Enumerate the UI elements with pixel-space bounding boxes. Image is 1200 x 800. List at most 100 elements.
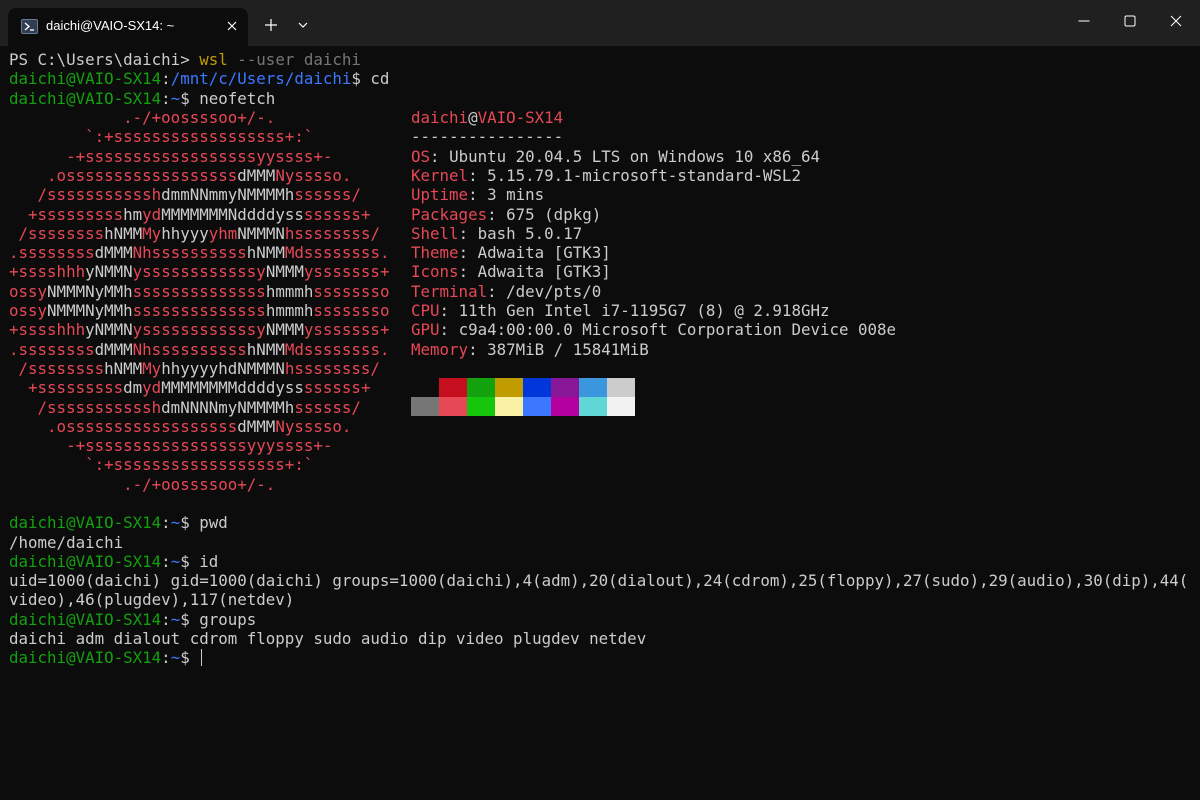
terminal-window: daichi@VAIO-SX14: ~ PS C:\Users\daichi> …	[0, 0, 1200, 800]
prompt-path: ~	[170, 551, 181, 571]
info-row: CPU: 11th Gen Intel i7-1195G7 (8) @ 2.91…	[411, 301, 830, 320]
prompt-sep: :	[161, 551, 171, 571]
info-user-host: daichi@VAIO-SX14	[411, 108, 563, 127]
info-key: Icons	[411, 262, 459, 282]
info-row: Kernel: 5.15.79.1-microsoft-standard-WSL…	[411, 165, 801, 185]
powershell-icon	[21, 19, 38, 34]
command-text: groups	[199, 609, 257, 629]
prompt-user-host: daichi@VAIO-SX14	[9, 88, 162, 108]
tab-active[interactable]: daichi@VAIO-SX14: ~	[8, 8, 248, 46]
maximize-icon[interactable]	[1107, 0, 1153, 42]
info-row: Memory: 387MiB / 15841MiB	[411, 339, 649, 359]
prompt-line-cd: daichi@VAIO-SX14:/mnt/c/Users/daichi$ cd	[9, 69, 389, 88]
logo-line: -+ssssssssssssssssssyyssss+-	[9, 146, 333, 166]
prompt-path: ~	[170, 609, 181, 629]
prompt-user-host: daichi@VAIO-SX14	[9, 513, 162, 533]
info-value: Adwaita [GTK3]	[477, 262, 611, 282]
info-value: Adwaita [GTK3]	[477, 243, 611, 263]
info-key: Memory	[411, 339, 469, 359]
prompt-sep: :	[161, 609, 171, 629]
prompt-path: ~	[170, 648, 181, 668]
prompt-path: ~	[170, 513, 181, 533]
groups-output: daichi adm dialout cdrom floppy sudo aud…	[9, 629, 647, 648]
info-row: GPU: c9a4:00:00.0 Microsoft Corporation …	[411, 320, 897, 340]
new-tab-plus-icon[interactable]	[258, 12, 284, 38]
title-bar: daichi@VAIO-SX14: ~	[0, 0, 1200, 46]
minimize-icon[interactable]	[1061, 0, 1107, 42]
terminal-output[interactable]: PS C:\Users\daichi> wsl --user daichi da…	[9, 50, 1194, 795]
color-swatch	[495, 397, 523, 416]
logo-line: +sssshhhyNMMNyssssssssssssyNMMMysssssss+	[9, 320, 390, 340]
info-key: Packages	[411, 204, 488, 224]
prompt-line-neofetch: daichi@VAIO-SX14:~$ neofetch	[9, 89, 275, 108]
prompt-dollar: $	[180, 88, 200, 108]
logo-line: .ossssssssssssssssssdMMMNysssso.	[9, 416, 352, 436]
info-key: Terminal	[411, 281, 488, 301]
pwd-output: /home/daichi	[9, 532, 124, 552]
prompt-sep: :	[161, 88, 171, 108]
info-key: Shell	[411, 223, 459, 243]
prompt-user-host: daichi@VAIO-SX14	[9, 551, 162, 571]
ps-args: --user daichi	[227, 50, 361, 69]
prompt-dollar: $	[180, 551, 200, 571]
logo-line: +sssssssssdmydMMMMMMMMddddyssssssss+	[9, 378, 371, 398]
logo-line: .ossssssssssssssssssdMMMNysssso.	[9, 165, 352, 185]
info-key: Uptime	[411, 185, 469, 205]
info-row: Theme: Adwaita [GTK3]	[411, 243, 611, 263]
color-swatch	[579, 378, 607, 397]
color-swatch	[607, 378, 635, 397]
color-swatch	[439, 378, 467, 397]
info-value: 3 mins	[487, 185, 545, 205]
prompt-sep: :	[161, 648, 171, 668]
info-value: bash 5.0.17	[477, 223, 583, 243]
id-output-line-2: video),46(plugdev),117(netdev)	[9, 590, 295, 610]
info-divider: ----------------	[411, 127, 564, 147]
info-value: 387MiB / 15841MiB	[487, 339, 649, 359]
logo-line: +sssshhhyNMMNyssssssssssssyNMMMysssssss+	[9, 262, 390, 282]
prompt-path: /mnt/c/Users/daichi	[170, 69, 352, 89]
prompt-user-host: daichi@VAIO-SX14	[9, 609, 162, 629]
info-key: Theme	[411, 243, 459, 263]
logo-line: ossyNMMMNyMMhsssssssssssssshmmmhssssssso	[9, 301, 390, 320]
prompt-line-current[interactable]: daichi@VAIO-SX14:~$	[9, 648, 203, 668]
color-swatch	[551, 397, 579, 416]
info-key: GPU	[411, 320, 440, 340]
color-swatch	[551, 378, 579, 397]
close-icon[interactable]	[1153, 0, 1199, 42]
info-value: /dev/pts/0	[506, 281, 602, 301]
color-swatch	[579, 397, 607, 416]
prompt-dollar: $	[351, 69, 371, 89]
info-row: Shell: bash 5.0.17	[411, 223, 583, 243]
tab-close-icon[interactable]	[222, 16, 242, 36]
info-key: Kernel	[411, 165, 469, 185]
info-value: 675 (dpkg)	[506, 204, 602, 224]
info-host: VAIO-SX14	[477, 108, 564, 127]
prompt-line-pwd: daichi@VAIO-SX14:~$ pwd	[9, 513, 228, 532]
info-row: Uptime: 3 mins	[411, 185, 545, 205]
ps-command: wsl	[199, 50, 228, 69]
info-row: OS: Ubuntu 20.04.5 LTS on Windows 10 x86…	[411, 146, 820, 166]
color-swatch	[495, 378, 523, 397]
logo-line: /ssssssssssshdmmNNmmyNMMMMhssssss/	[9, 185, 361, 205]
info-key: OS	[411, 146, 431, 166]
info-value: Ubuntu 20.04.5 LTS on Windows 10 x86_64	[449, 146, 820, 166]
logo-line: /sssssssshNMMMyhhyyyyhdNMMMNhssssssss/	[9, 358, 380, 378]
logo-line: .ssssssssdMMMNhsssssssssshNMMMdssssssss.	[9, 243, 390, 263]
logo-line: .ssssssssdMMMNhsssssssssshNMMMdssssssss.	[9, 339, 390, 359]
logo-line: +ssssssssshmydMMMMMMMNddddyssssssss+	[9, 204, 371, 224]
prompt-line-groups: daichi@VAIO-SX14:~$ groups	[9, 610, 256, 629]
logo-line: `:+ssssssssssssssssss+:`	[9, 127, 314, 147]
prompt-dollar: $	[180, 513, 200, 533]
color-swatch	[467, 397, 495, 416]
color-swatch	[523, 397, 551, 416]
logo-line: `:+ssssssssssssssssss+:`	[9, 455, 314, 475]
info-value: 5.15.79.1-microsoft-standard-WSL2	[487, 165, 801, 185]
info-row: Terminal: /dev/pts/0	[411, 281, 602, 301]
command-text: id	[199, 551, 219, 571]
info-user: daichi	[411, 108, 469, 127]
color-swatch	[467, 378, 495, 397]
chevron-down-icon[interactable]	[290, 12, 316, 38]
color-swatch	[523, 378, 551, 397]
info-value: 11th Gen Intel i7-1195G7 (8) @ 2.918GHz	[458, 301, 830, 320]
logo-line: /ssssssssssshdmNNNNmyNMMMMhssssss/	[9, 397, 361, 417]
